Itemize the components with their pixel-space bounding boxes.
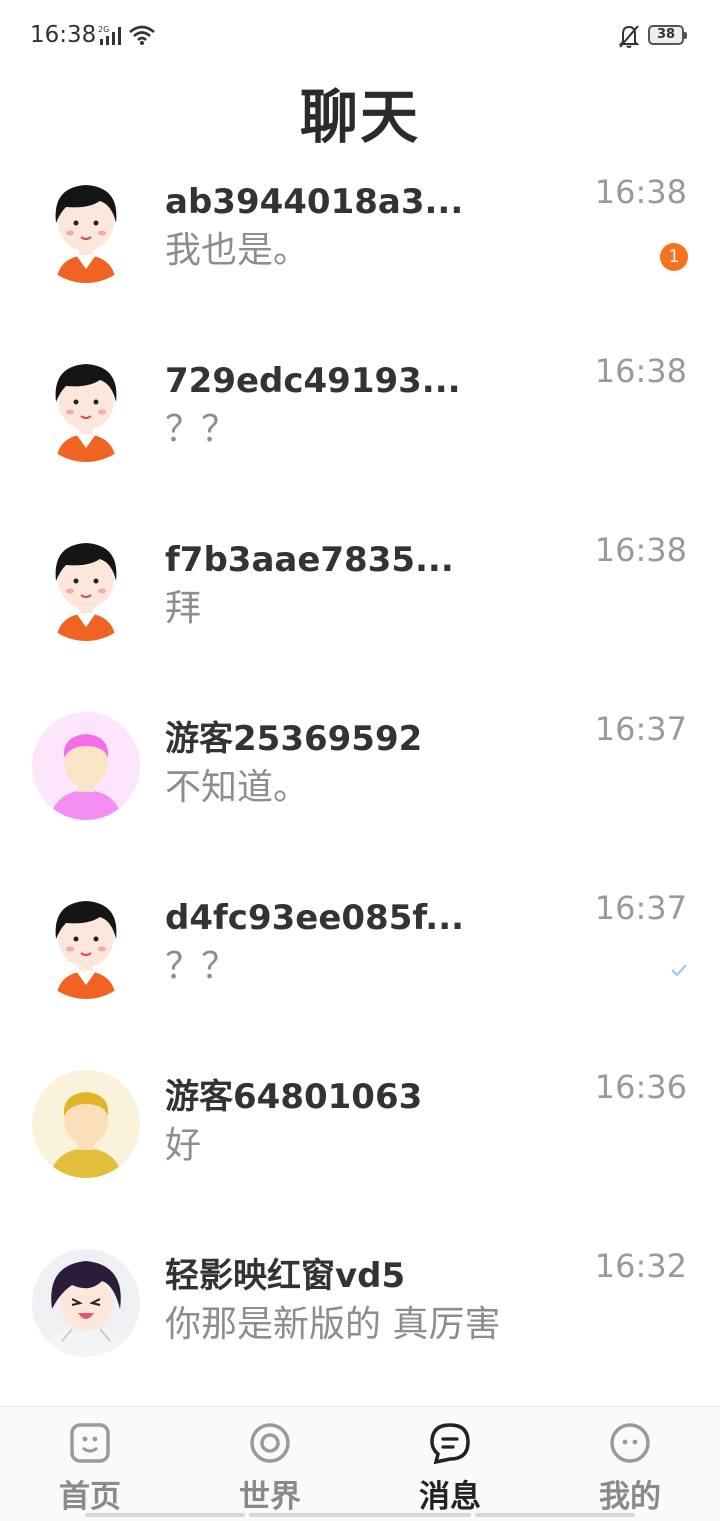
- chat-timestamp: 16:36: [594, 1068, 687, 1106]
- status-time: 16:38: [30, 22, 97, 48]
- anime-avatar: [32, 1249, 140, 1357]
- mute-bell-icon: [618, 25, 640, 48]
- gesture-bar: [85, 1513, 245, 1517]
- chat-row[interactable]: 轻影映红窗vd5 你那是新版的 真厉害 16:32: [0, 1239, 720, 1418]
- chat-timestamp: 16:38: [594, 352, 687, 390]
- chat-last-message: 不知道。: [165, 767, 310, 808]
- nav-label: 首页: [59, 1479, 121, 1515]
- profile-face-icon: [610, 1423, 650, 1463]
- chat-last-message: ？？: [165, 946, 238, 987]
- page-title: 聊天: [299, 83, 420, 151]
- home-face-icon: [70, 1423, 110, 1463]
- chat-contact-name: 轻影映红窗vd5: [165, 1256, 406, 1291]
- chat-timestamp: 16:37: [594, 710, 687, 748]
- chat-row[interactable]: 游客64801063 好 16:36: [0, 1060, 720, 1239]
- cartoon-girl-avatar: [32, 354, 140, 462]
- cartoon-girl-avatar: [32, 175, 140, 283]
- wifi-icon: [129, 25, 155, 45]
- chat-timestamp: 16:38: [594, 173, 687, 211]
- message-bubble-icon: [430, 1423, 470, 1465]
- chat-row[interactable]: ab3944018a3... 我也是。 16:38 1: [0, 165, 720, 344]
- chat-last-message: 我也是。: [165, 230, 310, 271]
- read-check-icon: [671, 964, 687, 977]
- signal-icon: 2G: [98, 25, 121, 45]
- cartoon-girl-avatar: [32, 891, 140, 999]
- chat-last-message: ？？: [165, 409, 238, 450]
- chat-row[interactable]: 游客25369592 不知道。 16:37: [0, 702, 720, 881]
- chat-timestamp: 16:38: [594, 531, 687, 569]
- nav-tab-profile[interactable]: 我的: [540, 1407, 720, 1521]
- chat-contact-name: ab3944018a3...: [165, 182, 464, 217]
- gesture-bar: [475, 1513, 635, 1517]
- nav-tab-world[interactable]: 世界: [180, 1407, 360, 1521]
- chat-contact-name: f7b3aae7835...: [165, 540, 454, 575]
- battery-icon: 38: [648, 25, 687, 45]
- nav-label: 我的: [599, 1479, 661, 1515]
- yellow-guest-avatar: [32, 1070, 140, 1178]
- cartoon-girl-avatar: [32, 533, 140, 641]
- nav-label: 世界: [239, 1479, 301, 1515]
- chat-timestamp: 16:32: [594, 1247, 687, 1285]
- chat-row[interactable]: d4fc93ee085f... ？？ 16:37: [0, 881, 720, 1060]
- bottom-nav: 首页 世界 消息 我的: [0, 1406, 720, 1521]
- world-circle-icon: [250, 1423, 290, 1463]
- chat-last-message: 你那是新版的 真厉害: [165, 1304, 501, 1345]
- nav-tab-messages[interactable]: 消息: [360, 1407, 540, 1521]
- chat-row[interactable]: f7b3aae7835... 拜 16:38: [0, 523, 720, 702]
- unread-badge: 1: [660, 243, 688, 271]
- chat-row[interactable]: 729edc49193... ？？ 16:38: [0, 344, 720, 523]
- pink-guest-avatar: [32, 712, 140, 820]
- nav-tab-home[interactable]: 首页: [0, 1407, 180, 1521]
- chat-contact-name: 729edc49193...: [165, 361, 461, 396]
- gesture-bar: [249, 1513, 471, 1517]
- chat-last-message: 好: [165, 1125, 202, 1166]
- chat-contact-name: d4fc93ee085f...: [165, 898, 465, 933]
- status-bar: 16:38 2G 38: [0, 0, 720, 72]
- chat-contact-name: 游客64801063: [165, 1077, 423, 1112]
- chat-timestamp: 16:37: [594, 889, 687, 927]
- chat-last-message: 拜: [165, 588, 202, 629]
- nav-label: 消息: [419, 1479, 481, 1515]
- network-type-label: 2G: [98, 25, 109, 34]
- chat-contact-name: 游客25369592: [165, 719, 423, 754]
